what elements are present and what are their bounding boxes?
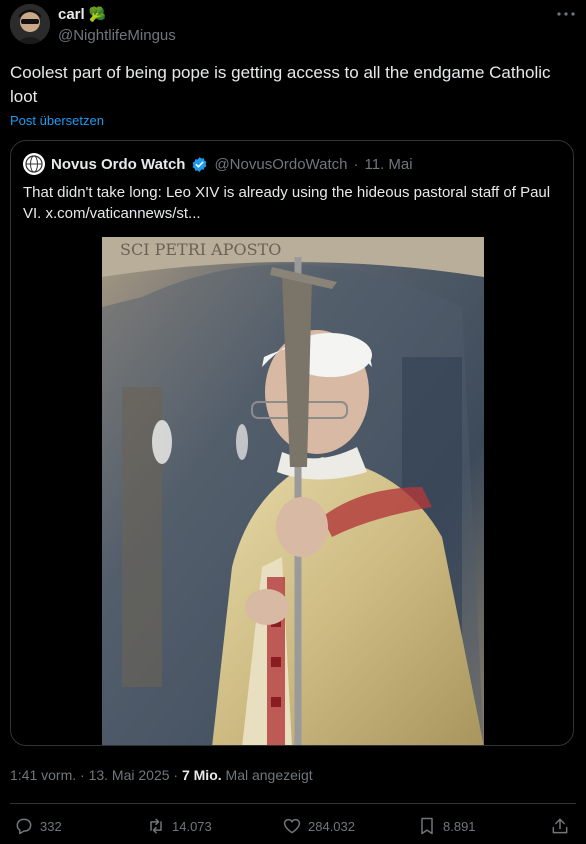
inscription-text: SCI PETRI APOSTO — [120, 240, 281, 259]
quoted-image[interactable]: SCI PETRI APOSTO — [102, 237, 484, 745]
quoted-date[interactable]: 11. Mai — [365, 156, 413, 173]
author-name[interactable]: carl — [58, 6, 85, 23]
view-count: 7 Mio. — [181, 767, 222, 783]
globe-logo-icon — [25, 155, 43, 173]
author-avatar-image — [10, 4, 50, 44]
verified-badge-icon — [191, 156, 208, 173]
quoted-text: That didn't take long: Leo XIV is alread… — [23, 184, 551, 222]
bookmark-count: 8.891 — [443, 818, 476, 834]
reply-count: 332 — [40, 818, 62, 834]
tweet-meta: 1:41 vorm. · 13. Mai 2025 · 7 Mio. Mal a… — [10, 767, 313, 783]
like-button[interactable]: 284.032 — [282, 816, 355, 836]
share-icon — [552, 818, 568, 834]
bookmark-icon — [421, 817, 433, 835]
tweet-timestamp[interactable]: 1:41 vorm. · 13. Mai 2025 · — [10, 767, 178, 783]
repost-icon — [150, 818, 162, 834]
quoted-handle[interactable]: @NovusOrdoWatch — [214, 156, 347, 173]
broccoli-emoji: 🥦 — [88, 6, 107, 22]
repost-button[interactable]: 14.073 — [146, 816, 212, 836]
share-button[interactable] — [550, 816, 570, 836]
quoted-avatar[interactable] — [23, 153, 45, 175]
quoted-tweet[interactable]: Novus Ordo Watch @NovusOrdoWatch · 11. M… — [10, 140, 574, 746]
divider — [10, 803, 576, 804]
heart-icon — [283, 818, 301, 834]
quoted-separator: · — [353, 155, 359, 173]
bookmark-button[interactable]: 8.891 — [417, 816, 476, 836]
tweet-text: Coolest part of being pope is getting ac… — [10, 63, 551, 106]
like-count: 284.032 — [308, 818, 355, 834]
author-handle[interactable]: @NightlifeMingus — [58, 27, 176, 44]
pope-photo: SCI PETRI APOSTO — [102, 237, 484, 745]
views-label: Mal angezeigt — [225, 767, 313, 783]
reply-button[interactable]: 332 — [14, 816, 62, 836]
repost-count: 14.073 — [172, 818, 212, 834]
more-options-icon[interactable] — [556, 8, 576, 18]
action-bar: 332 14.073 284.032 8.891 — [0, 816, 586, 838]
author-avatar[interactable] — [10, 4, 50, 44]
translate-link[interactable]: Post übersetzen — [10, 113, 104, 128]
reply-icon — [16, 818, 32, 835]
quoted-name[interactable]: Novus Ordo Watch — [51, 156, 185, 173]
